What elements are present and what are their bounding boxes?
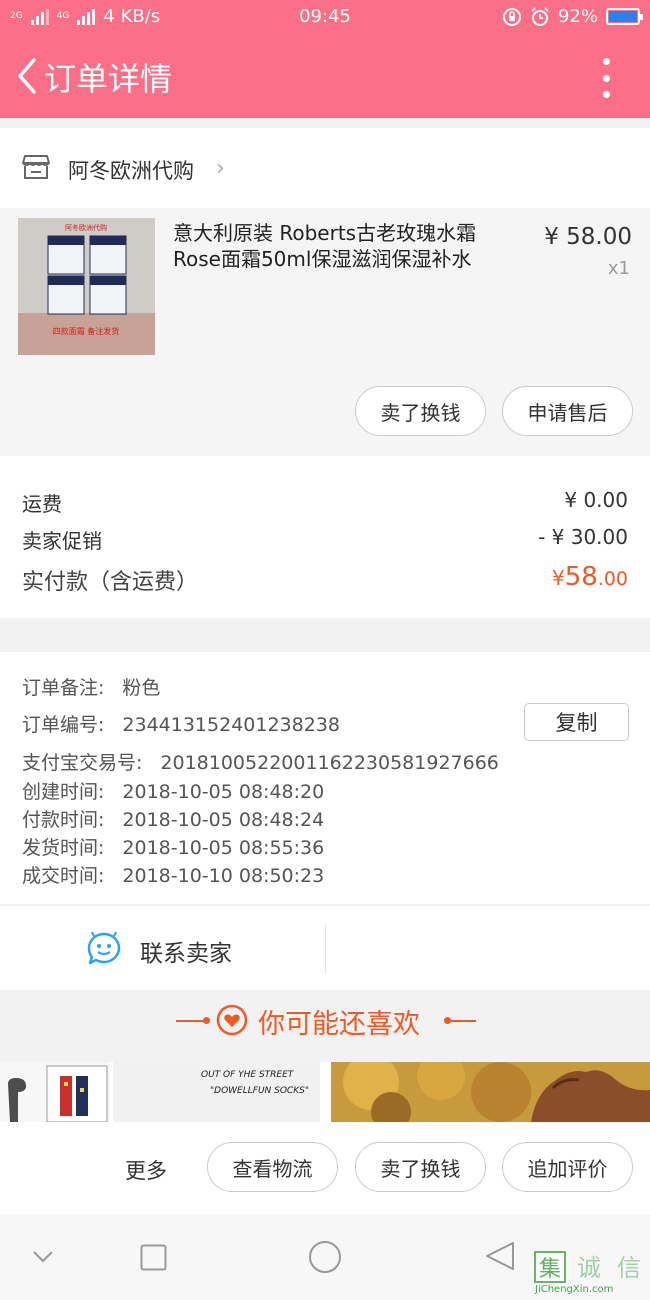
recommend-strip: OUT OF YHE STREET "DOWELLFUN SOCKS" [0,1062,650,1122]
promo-label: 卖家促销 [22,529,102,553]
recent-apps-icon[interactable] [140,1244,167,1271]
alipay-label: 支付宝交易号: [22,752,143,774]
order-no-row: 订单编号: 234413152401238238 [22,710,340,737]
closed-label: 成交时间: [22,865,105,887]
alipay-value: 2018100522001162230581927666 [160,752,499,774]
order-totals: 运费 ¥ 0.00 卖家促销 - ¥ 30.00 实付款（含运费） ¥58.00 [0,456,650,618]
recommend-title: 你可能还喜欢 [258,1009,420,1040]
promo-value: - ¥ 30.00 [538,525,628,549]
battery-level [609,11,637,22]
more-options-icon[interactable] [596,58,616,98]
recommend-card[interactable] [0,1062,110,1122]
paid-time-row: 付款时间: 2018-10-05 08:48:24 [22,805,324,832]
product-quantity: x1 [607,258,630,279]
remark-row: 订单备注: 粉色 [22,673,160,700]
watermark-text: JiChengXin.com [535,1284,614,1295]
resell-button-bottom[interactable]: 卖了换钱 [355,1142,486,1192]
add-review-button[interactable]: 追加评价 [502,1142,633,1192]
closed-value: 2018-10-10 08:50:23 [122,865,325,887]
heart-icon [216,1004,248,1036]
paid-int: 58 [564,562,598,592]
resell-button[interactable]: 卖了换钱 [355,386,486,436]
paid-currency: ¥ [551,566,565,590]
store-icon [22,155,50,179]
recommend-card[interactable] [331,1062,650,1122]
closed-row: 成交时间: 2018-10-10 08:50:23 [22,861,324,888]
product-image[interactable]: 阿冬欧洲代购 四款面霜 备注发货 [18,218,155,355]
contact-divider [325,924,326,974]
order-no-label: 订单编号: [22,714,105,736]
store-row[interactable]: 阿冬欧洲代购 › [0,128,650,208]
shipped-value: 2018-10-05 08:55:36 [122,837,325,859]
shipped-label: 发货时间: [22,837,105,859]
battery-icon [606,8,643,25]
product-title[interactable]: 意大利原装 Roberts古老玫瑰水霜Rose面霜50ml保湿滋润保湿补水 [173,220,513,272]
more-actions-button[interactable]: 更多 [125,1155,167,1185]
order-info: 订单备注: 粉色 订单编号: 234413152401238238 复制 支付宝交易… [0,652,650,904]
product-photo: 阿冬欧洲代购 四款面霜 备注发货 [18,218,155,355]
shipping-label: 运费 [22,492,62,516]
recommend-card[interactable]: OUT OF YHE STREET "DOWELLFUN SOCKS" [113,1062,320,1122]
created-label: 创建时间: [22,781,105,803]
paid-dec: .00 [597,568,628,590]
bottom-action-bar: 更多 查看物流 卖了换钱 追加评价 [0,1122,650,1214]
paid-amount: ¥58.00 [552,562,628,592]
shipping-value: ¥ 0.00 [564,488,628,512]
contact-seller-button[interactable]: 联系卖家 [140,934,232,968]
status-bar: 2G 4G 4 KB/s 09:45 92% [0,0,650,34]
alipay-row: 支付宝交易号: 2018100522001162230581927666 [22,748,499,775]
recommend-header: 你可能还喜欢 [0,992,650,1062]
paid-label: 实付款（含运费） [22,570,199,595]
collapse-chevron-icon[interactable] [32,1250,54,1264]
after-sales-button[interactable]: 申请售后 [502,386,633,436]
recommend-line-left [176,1020,206,1022]
paid-time-value: 2018-10-05 08:48:24 [122,809,325,831]
recommend-dot-left [203,1017,210,1024]
shipped-row: 发货时间: 2018-10-05 08:55:36 [22,833,324,860]
rotation-lock-icon [502,7,521,26]
chevron-right-icon: › [216,156,225,181]
watermark-logo-char-3: 信 [617,1254,641,1282]
created-row: 创建时间: 2018-10-05 08:48:20 [22,777,324,804]
watermark-logo-char-1: 集 [539,1257,561,1282]
order-no-value: 234413152401238238 [122,714,340,736]
app-header: 订单详情 [0,34,650,118]
watermark: 集 诚 信 JiChengXin.com [533,1250,650,1300]
product-image-caption-top: 阿冬欧洲代购 [65,223,107,232]
copy-button[interactable]: 复制 [524,703,629,741]
product-card[interactable]: 阿冬欧洲代购 四款面霜 备注发货 意大利原装 Roberts古老玫瑰水霜Rose… [0,208,650,456]
remark-label: 订单备注: [22,677,105,699]
home-icon[interactable] [308,1240,342,1274]
store-name[interactable]: 阿冬欧洲代购 [68,155,194,185]
back-nav-icon[interactable] [484,1240,516,1272]
paid-time-label: 付款时间: [22,809,105,831]
contact-row: 联系卖家 [0,905,650,990]
chat-bubble-icon[interactable] [86,931,122,967]
back-arrow-icon[interactable] [14,56,44,96]
product-image-caption-bottom: 四款面霜 备注发货 [53,326,120,336]
socks-product-image [8,1065,108,1122]
alarm-icon [531,6,549,26]
product-price: ¥ 58.00 [544,224,632,250]
recommend-card-line2: "DOWELLFUN SOCKS" [210,1086,309,1096]
view-logistics-button[interactable]: 查看物流 [207,1142,338,1192]
page-title: 订单详情 [44,60,173,98]
recommend-card-line1: OUT OF YHE STREET [201,1070,294,1080]
watermark-logo-char-2: 诚 [577,1254,601,1282]
horse-product-image [331,1062,650,1122]
battery-percent: 92% [557,6,598,27]
created-value: 2018-10-05 08:48:20 [122,781,325,803]
recommend-line-right [446,1020,476,1022]
remark-value: 粉色 [122,677,161,699]
status-right: 92% [502,6,643,27]
watermark-logo: 集 诚 信 [534,1251,641,1283]
